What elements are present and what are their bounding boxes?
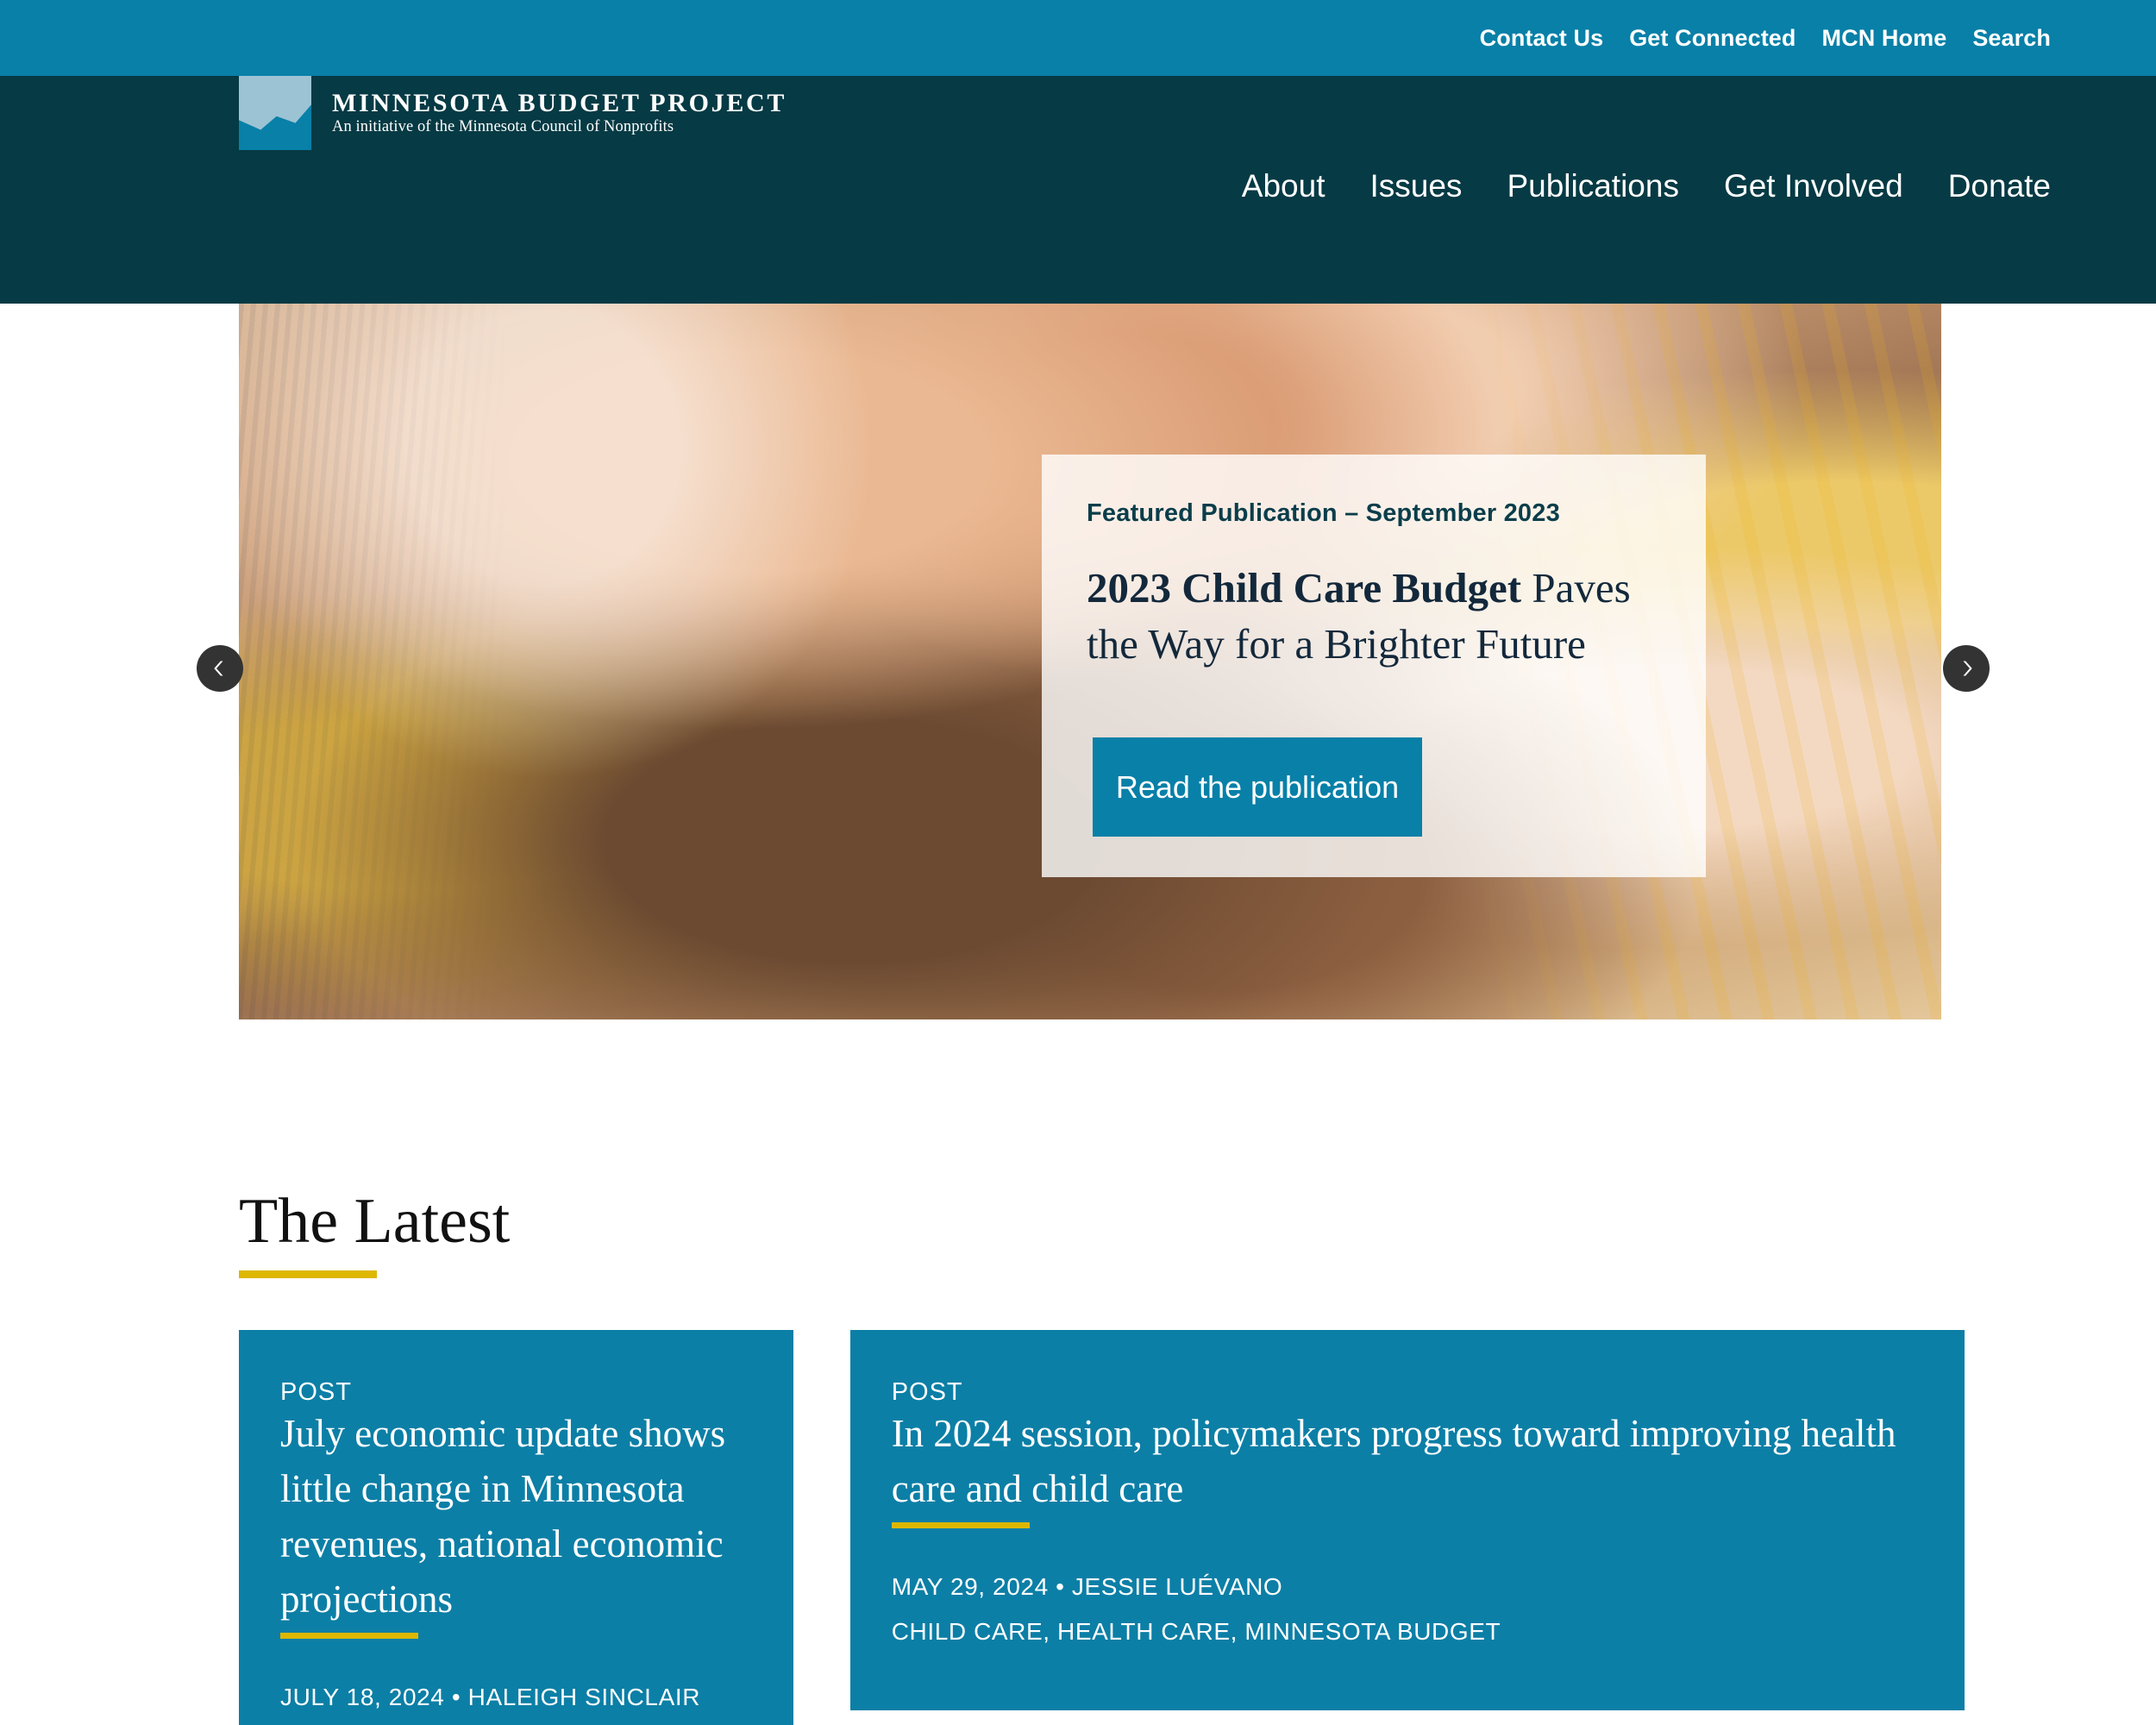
chevron-left-icon (209, 657, 231, 680)
latest-card[interactable]: POST July economic update shows little c… (239, 1330, 793, 1725)
nav-item-issues[interactable]: Issues (1370, 168, 1463, 204)
latest-heading-block: The Latest (239, 1189, 510, 1278)
hero-headline: 2023 Child Care Budget Paves the Way for… (1087, 561, 1666, 672)
section-title: The Latest (239, 1186, 511, 1257)
main-navigation: About Issues Publications Get Involved D… (1242, 168, 2051, 204)
card-title-wrap: In 2024 session, policymakers progress t… (892, 1407, 1923, 1517)
hero-headline-strong: 2023 Child Care Budget (1087, 564, 1522, 612)
logo-text: MINNESOTA BUDGET PROJECT An initiative o… (332, 91, 787, 135)
carousel-next-button[interactable] (1943, 645, 1990, 692)
nav-item-publications[interactable]: Publications (1507, 168, 1679, 204)
hero-eyebrow: Featured Publication – September 2023 (1087, 499, 1560, 527)
card-title-underline (280, 1632, 418, 1639)
utility-links: Contact Us Get Connected MCN Home Search (1480, 25, 2156, 52)
card-date-author: MAY 29, 2024 • JESSIE LUÉVANO (891, 1572, 1283, 1600)
utility-link-search[interactable]: Search (1972, 25, 2051, 52)
utility-bar: Contact Us Get Connected MCN Home Search (0, 0, 2156, 76)
utility-link-contact-us[interactable]: Contact Us (1480, 25, 1604, 52)
latest-cards: POST July economic update shows little c… (239, 1330, 1965, 1725)
hero-caption-card: Featured Publication – September 2023 20… (1042, 455, 1706, 877)
homepage: Contact Us Get Connected MCN Home Search… (0, 0, 2156, 1725)
latest-card[interactable]: POST In 2024 session, policymakers progr… (849, 1330, 1965, 1711)
card-title-wrap: July economic update shows little change… (280, 1407, 752, 1628)
card-kicker: POST (891, 1378, 963, 1406)
card-date-author: JULY 18, 2024 • HALEIGH SINCLAIR (280, 1683, 701, 1710)
chart-line-logo-icon (239, 76, 311, 150)
logo-tagline: An initiative of the Minnesota Council o… (332, 118, 674, 136)
read-publication-button[interactable]: Read the publication (1093, 737, 1422, 837)
chevron-right-icon (1955, 657, 1977, 680)
card-tags: CHILD CARE, HEALTH CARE, MINNESOTA BUDGE… (891, 1617, 1501, 1645)
nav-item-get-involved[interactable]: Get Involved (1724, 168, 1903, 204)
logo-title: MINNESOTA BUDGET PROJECT (332, 89, 787, 118)
card-tags: MINNESOTA BUDGET, MINNESOTA BUDGET OUTLO… (280, 1719, 752, 1725)
utility-link-get-connected[interactable]: Get Connected (1629, 25, 1796, 52)
carousel-prev-button[interactable] (197, 645, 243, 692)
card-meta: MAY 29, 2024 • JESSIE LUÉVANO CHILD CARE… (892, 1565, 1923, 1654)
card-title-underline (891, 1521, 1030, 1528)
utility-link-mcn-home[interactable]: MCN Home (1822, 25, 1947, 52)
card-meta: JULY 18, 2024 • HALEIGH SINCLAIR MINNESO… (280, 1675, 752, 1725)
nav-item-donate[interactable]: Donate (1948, 168, 2051, 204)
nav-item-about[interactable]: About (1242, 168, 1326, 204)
site-logo[interactable]: MINNESOTA BUDGET PROJECT An initiative o… (239, 76, 787, 150)
section-underline (239, 1270, 377, 1278)
card-title[interactable]: In 2024 session, policymakers progress t… (892, 1412, 1896, 1510)
card-title[interactable]: July economic update shows little change… (280, 1412, 725, 1621)
card-kicker: POST (280, 1378, 352, 1406)
